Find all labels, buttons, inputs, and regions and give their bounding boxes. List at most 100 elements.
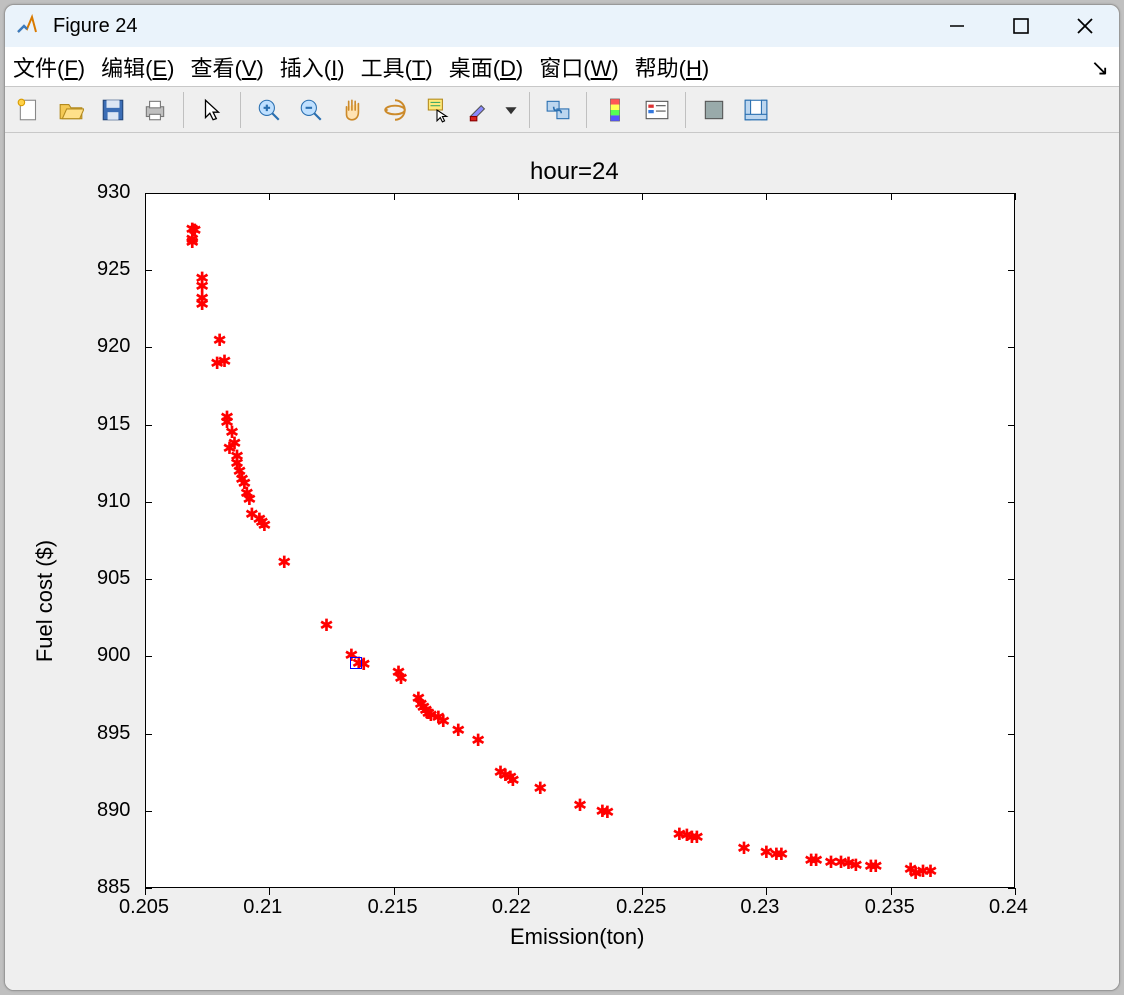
x-tick: [145, 888, 146, 895]
window-title: Figure 24: [47, 15, 917, 38]
x-tick: [1015, 888, 1016, 895]
menu-edit[interactable]: 编辑(E): [101, 51, 174, 83]
plot-area[interactable]: hour=24 Fuel cost ($) Emission(ton) 0.20…: [5, 133, 1119, 990]
x-tick: [642, 888, 643, 895]
x-tick: [394, 193, 395, 200]
x-tick-label: 0.205: [119, 896, 169, 919]
zoom-out-button[interactable]: [293, 92, 329, 128]
zoom-in-button[interactable]: [251, 92, 287, 128]
y-tick: [145, 425, 152, 426]
data-point[interactable]: ✱: [810, 849, 823, 871]
data-point[interactable]: ✱: [471, 729, 484, 751]
data-point[interactable]: ✱: [534, 777, 547, 799]
y-tick: [1008, 270, 1015, 271]
data-point[interactable]: ✱: [394, 667, 407, 689]
data-point[interactable]: ✱: [210, 352, 223, 374]
menu-window[interactable]: 窗口(W): [539, 51, 618, 83]
link-data-button[interactable]: [540, 92, 576, 128]
y-tick: [1008, 734, 1015, 735]
data-point[interactable]: ✱: [690, 826, 703, 848]
new-figure-button[interactable]: [11, 92, 47, 128]
data-point[interactable]: ✱: [849, 854, 862, 876]
maximize-button[interactable]: [989, 5, 1053, 47]
y-tick-label: 920: [97, 335, 130, 358]
y-tick-label: 895: [97, 722, 130, 745]
x-tick: [269, 193, 270, 200]
data-point[interactable]: ✱: [437, 710, 450, 732]
x-tick: [766, 888, 767, 895]
open-button[interactable]: [53, 92, 89, 128]
data-point[interactable]: ✱: [869, 855, 882, 877]
data-cursor-button[interactable]: [419, 92, 455, 128]
brush-dropdown[interactable]: [503, 92, 519, 128]
y-tick: [1008, 888, 1015, 889]
y-tick-label: 910: [97, 490, 130, 513]
y-tick: [1008, 656, 1015, 657]
data-point[interactable]: ✱: [601, 801, 614, 823]
y-tick-label: 915: [97, 413, 130, 436]
y-tick: [1008, 579, 1015, 580]
x-tick-label: 0.215: [368, 896, 418, 919]
x-tick: [518, 193, 519, 200]
y-tick: [145, 193, 152, 194]
insert-colorbar-button[interactable]: [597, 92, 633, 128]
menu-desktop[interactable]: 桌面(D): [449, 51, 524, 83]
menu-help[interactable]: 帮助(H): [635, 51, 710, 83]
data-point[interactable]: ✱: [258, 514, 271, 536]
toolbar-separator: [529, 92, 530, 128]
data-point[interactable]: ✱: [775, 843, 788, 865]
menu-tools[interactable]: 工具(T): [361, 51, 433, 83]
y-tick: [145, 579, 152, 580]
y-tick: [145, 347, 152, 348]
toolbar-separator: [586, 92, 587, 128]
y-tick-label: 885: [97, 876, 130, 899]
pan-button[interactable]: [335, 92, 371, 128]
x-tick: [145, 193, 146, 200]
menu-file[interactable]: 文件(F): [13, 51, 85, 83]
data-point[interactable]: ✱: [278, 551, 291, 573]
titlebar[interactable]: Figure 24: [5, 5, 1119, 47]
y-tick-label: 925: [97, 258, 130, 281]
menu-insert[interactable]: 插入(I): [280, 51, 345, 83]
data-point[interactable]: ✱: [196, 293, 209, 315]
y-tick: [1008, 347, 1015, 348]
y-tick: [1008, 193, 1015, 194]
x-tick: [642, 193, 643, 200]
x-tick: [891, 888, 892, 895]
brush-button[interactable]: [461, 92, 497, 128]
x-axis-label: Emission(ton): [510, 924, 644, 950]
matlab-icon: [15, 14, 39, 38]
data-point[interactable]: ✱: [737, 837, 750, 859]
data-point[interactable]: ✱: [924, 860, 937, 882]
y-tick: [145, 734, 152, 735]
y-axis-label: Fuel cost ($): [32, 539, 58, 661]
save-button[interactable]: [95, 92, 131, 128]
pointer-button[interactable]: [194, 92, 230, 128]
x-tick: [766, 193, 767, 200]
x-tick: [1015, 193, 1016, 200]
data-point[interactable]: ✱: [506, 769, 519, 791]
hide-plot-tools-button[interactable]: [696, 92, 732, 128]
insert-legend-button[interactable]: [639, 92, 675, 128]
x-tick-label: 0.23: [740, 896, 779, 919]
close-button[interactable]: [1053, 5, 1117, 47]
menu-view[interactable]: 查看(V): [190, 51, 263, 83]
x-tick-label: 0.21: [243, 896, 282, 919]
chart-title: hour=24: [530, 158, 619, 186]
dock-arrow-icon[interactable]: ↘: [1091, 55, 1109, 81]
x-tick-label: 0.225: [616, 896, 666, 919]
data-point[interactable]: ✱: [186, 231, 199, 253]
axes-box[interactable]: [145, 193, 1015, 888]
print-button[interactable]: [137, 92, 173, 128]
data-point[interactable]: ✱: [573, 794, 586, 816]
rotate-3d-button[interactable]: [377, 92, 413, 128]
minimize-button[interactable]: [925, 5, 989, 47]
data-point[interactable]: [350, 657, 362, 669]
y-tick-label: 900: [97, 644, 130, 667]
x-tick: [891, 193, 892, 200]
x-tick-label: 0.235: [865, 896, 915, 919]
data-point[interactable]: ✱: [452, 719, 465, 741]
data-point[interactable]: ✱: [320, 614, 333, 636]
y-tick: [145, 502, 152, 503]
show-plot-tools-button[interactable]: [738, 92, 774, 128]
